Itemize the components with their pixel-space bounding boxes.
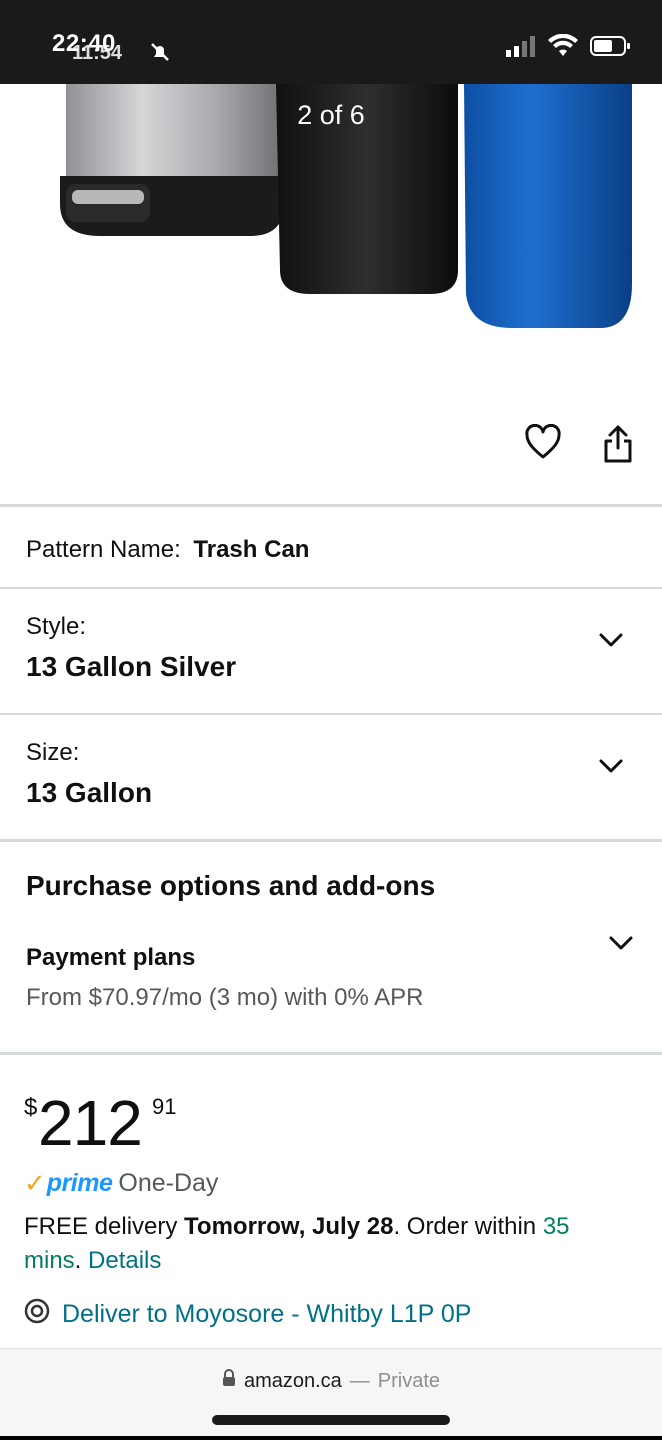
pattern-label: Pattern Name: — [26, 536, 181, 563]
deliver-to-text: Deliver to Moyosore - Whitby L1P 0P — [62, 1300, 472, 1328]
location-pin-icon — [24, 1298, 50, 1331]
lock-icon — [222, 1369, 236, 1393]
chevron-down-icon[interactable] — [598, 631, 624, 654]
delivery-message: FREE delivery Tomorrow, July 28. Order w… — [24, 1210, 634, 1278]
style-selector[interactable]: Style: 13 Gallon Silver — [0, 589, 662, 713]
product-actions — [524, 423, 634, 469]
divider — [0, 1052, 662, 1055]
address-bar[interactable]: amazon.ca — Private — [0, 1369, 662, 1393]
size-label: Size: — [26, 739, 80, 766]
prime-speed: One-Day — [118, 1169, 219, 1197]
delivery-mid: . Order within — [393, 1213, 543, 1240]
payment-plans-subtitle: From $70.97/mo (3 mo) with 0% APR — [26, 984, 424, 1011]
signal-icon — [506, 35, 536, 62]
share-icon[interactable] — [602, 424, 634, 469]
prime-logo: prime — [46, 1169, 113, 1197]
status-bar: 22:40 11:54 — [0, 0, 662, 84]
delivery-sep: . — [74, 1247, 89, 1274]
chevron-down-icon[interactable] — [598, 757, 624, 780]
heart-icon[interactable] — [524, 423, 562, 469]
back-chevron-icon[interactable] — [48, 100, 68, 137]
screen-edge — [0, 1436, 662, 1440]
delivery-countdown: 35 — [542, 1213, 570, 1240]
size-value: 13 Gallon — [26, 777, 153, 808]
home-indicator[interactable] — [212, 1415, 450, 1425]
prime-check-icon: ✓ — [24, 1168, 46, 1198]
payment-plans-title: Payment plans — [26, 944, 196, 971]
address-domain: amazon.ca — [243, 1369, 342, 1392]
chevron-down-icon[interactable] — [608, 934, 634, 957]
private-label: Private — [377, 1369, 441, 1392]
details-link[interactable]: Details — [88, 1247, 161, 1274]
delivery-date: Tomorrow, July 28 — [184, 1213, 394, 1240]
divider — [0, 839, 662, 842]
price-whole: 212 — [38, 1087, 143, 1159]
price-fraction: 91 — [152, 1094, 177, 1119]
image-counter: 2 of 6 — [297, 100, 365, 130]
pattern-value: Trash Can — [193, 536, 310, 563]
status-icons — [506, 33, 632, 63]
pattern-name-row: Pattern Name: Trash Can — [26, 536, 309, 564]
bell-muted-icon — [148, 40, 172, 69]
battery-icon — [590, 35, 632, 62]
style-value: 13 Gallon Silver — [26, 651, 237, 682]
deliver-to-link[interactable]: Deliver to Moyosore - Whitby L1P 0P — [24, 1298, 471, 1331]
purchase-options-title: Purchase options and add-ons — [26, 870, 436, 901]
status-time-overlay: 11:54 — [72, 42, 123, 64]
delivery-prefix: FREE delivery — [24, 1213, 185, 1240]
divider — [0, 504, 662, 507]
size-selector[interactable]: Size: 13 Gallon — [0, 715, 662, 839]
style-label: Style: — [26, 613, 87, 640]
wifi-icon — [546, 33, 580, 63]
address-dash: — — [349, 1369, 370, 1392]
delivery-countdown-unit: mins — [24, 1247, 75, 1274]
browser-bar: amazon.ca — Private — [0, 1348, 662, 1440]
price-symbol: $ — [24, 1094, 38, 1121]
prime-badge: ✓ prime One-Day — [24, 1168, 218, 1199]
